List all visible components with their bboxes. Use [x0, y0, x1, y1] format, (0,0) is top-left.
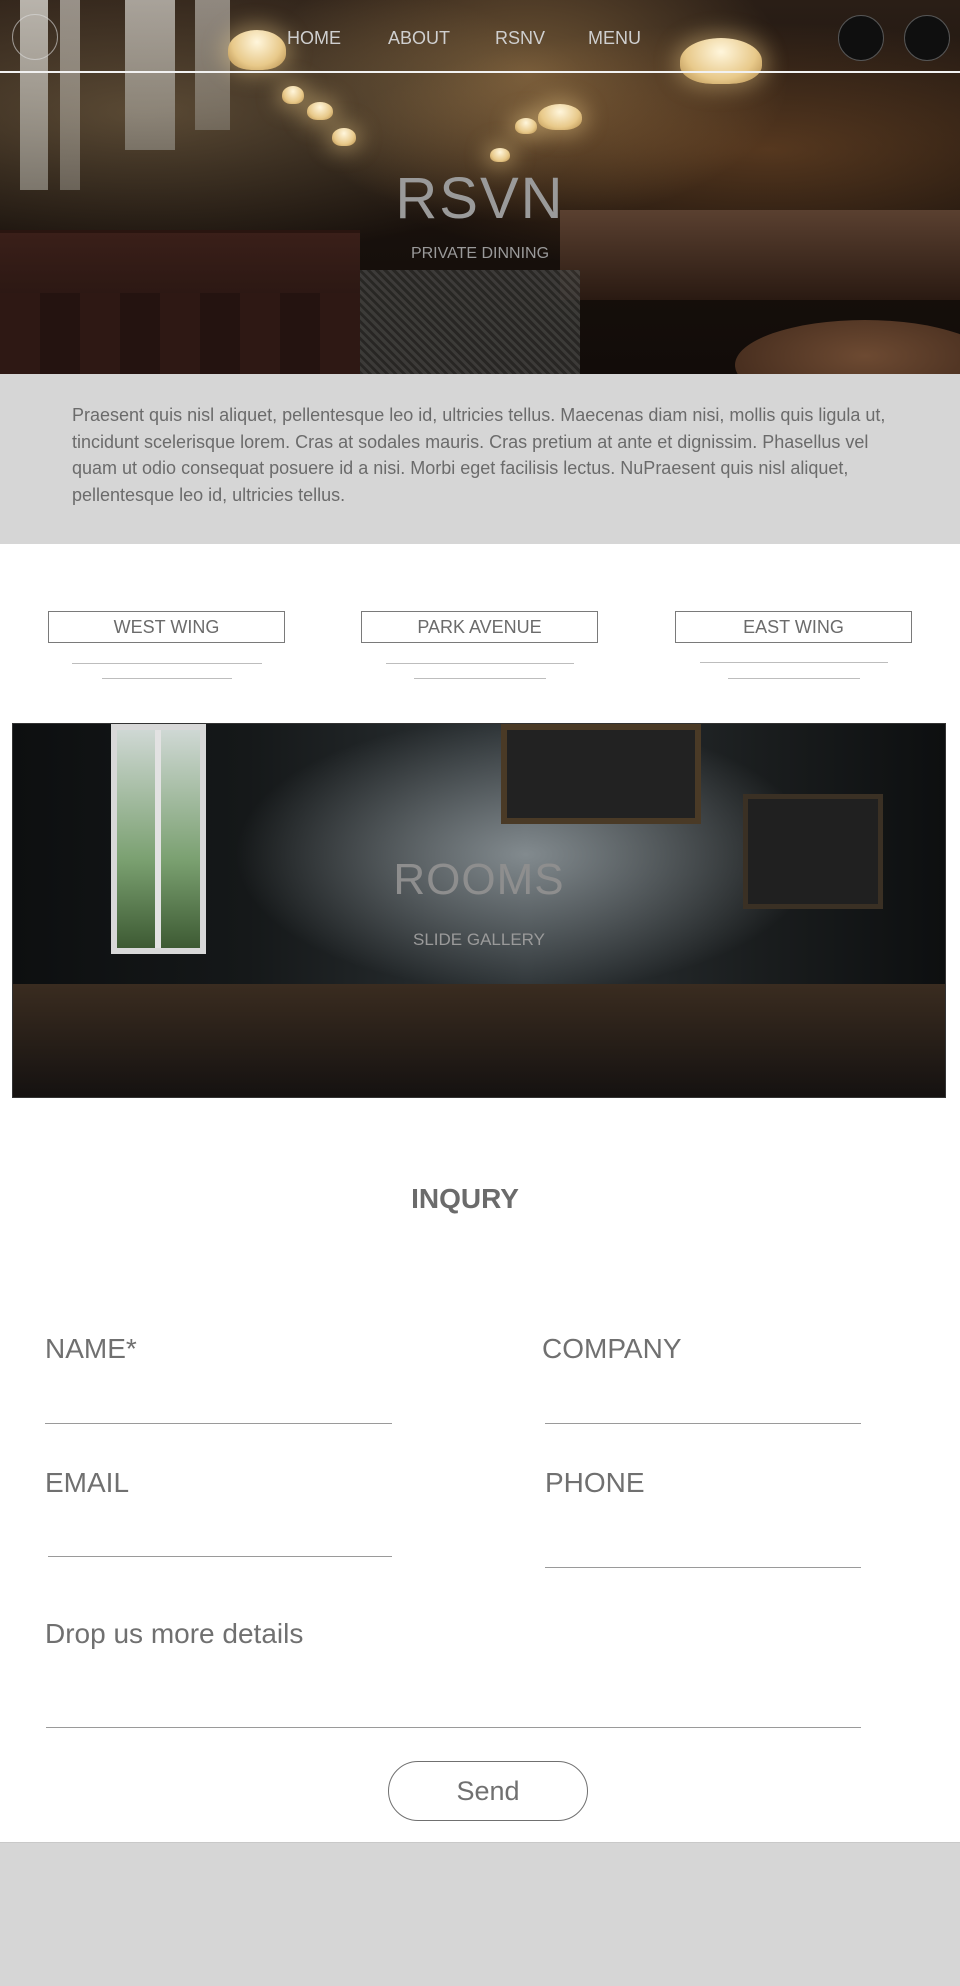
wall-frame: [501, 724, 701, 824]
divider-line: [102, 678, 232, 679]
window-decor: [111, 724, 206, 954]
pendant-lamp: [307, 102, 333, 120]
hero-subtitle: PRIVATE DINNING: [410, 245, 550, 262]
divider-line: [700, 662, 888, 663]
nav-rsnv[interactable]: RSNV: [495, 28, 545, 49]
divider-line: [72, 663, 262, 664]
details-field[interactable]: [46, 1727, 861, 1728]
header-divider: [0, 71, 960, 73]
rooms-gallery[interactable]: [12, 723, 946, 1098]
rooms-title: ROOMS: [393, 855, 565, 904]
east-wing-button[interactable]: EAST WING: [675, 611, 912, 643]
nav-about[interactable]: ABOUT: [388, 28, 450, 49]
details-label: Drop us more details: [45, 1618, 304, 1649]
pendant-lamp: [680, 38, 762, 84]
pendant-lamp: [282, 86, 304, 104]
email-field[interactable]: [48, 1556, 392, 1557]
pendant-lamp: [515, 118, 537, 134]
divider-line: [386, 663, 574, 664]
window-decor: [125, 0, 175, 150]
logo-icon[interactable]: [12, 14, 58, 60]
pendant-lamp: [228, 30, 286, 70]
circle-button-left[interactable]: [838, 15, 884, 61]
email-label: EMAIL: [45, 1467, 130, 1498]
footer: [0, 1842, 960, 1986]
circle-button-right[interactable]: [904, 15, 950, 61]
rooms-subtitle: SLIDE GALLERY: [413, 930, 545, 949]
window-decor: [60, 0, 80, 190]
dining-tables: [13, 984, 945, 1097]
pendant-lamp: [490, 148, 510, 162]
phone-field[interactable]: [545, 1567, 861, 1568]
hero-title: RSVN: [395, 166, 565, 231]
round-table: [735, 320, 960, 374]
west-wing-button[interactable]: WEST WING: [48, 611, 285, 643]
divider-line: [414, 678, 546, 679]
inquiry-title: INQURY: [411, 1183, 519, 1214]
company-label: COMPANY: [542, 1333, 682, 1364]
nav-home[interactable]: HOME: [287, 28, 341, 49]
intro-section: Praesent quis nisl aliquet, pellentesque…: [0, 374, 960, 544]
name-label: NAME*: [45, 1333, 137, 1364]
park-avenue-button[interactable]: PARK AVENUE: [361, 611, 598, 643]
company-field[interactable]: [545, 1423, 861, 1424]
nav-menu[interactable]: MENU: [588, 28, 641, 49]
intro-text: Praesent quis nisl aliquet, pellentesque…: [72, 405, 886, 505]
name-field[interactable]: [45, 1423, 392, 1424]
window-decor: [195, 0, 230, 130]
phone-label: PHONE: [545, 1467, 645, 1498]
pendant-lamp: [538, 104, 582, 130]
tiled-floor: [330, 270, 580, 374]
send-button[interactable]: Send: [388, 1761, 588, 1821]
pendant-lamp: [332, 128, 356, 146]
divider-line: [728, 678, 860, 679]
